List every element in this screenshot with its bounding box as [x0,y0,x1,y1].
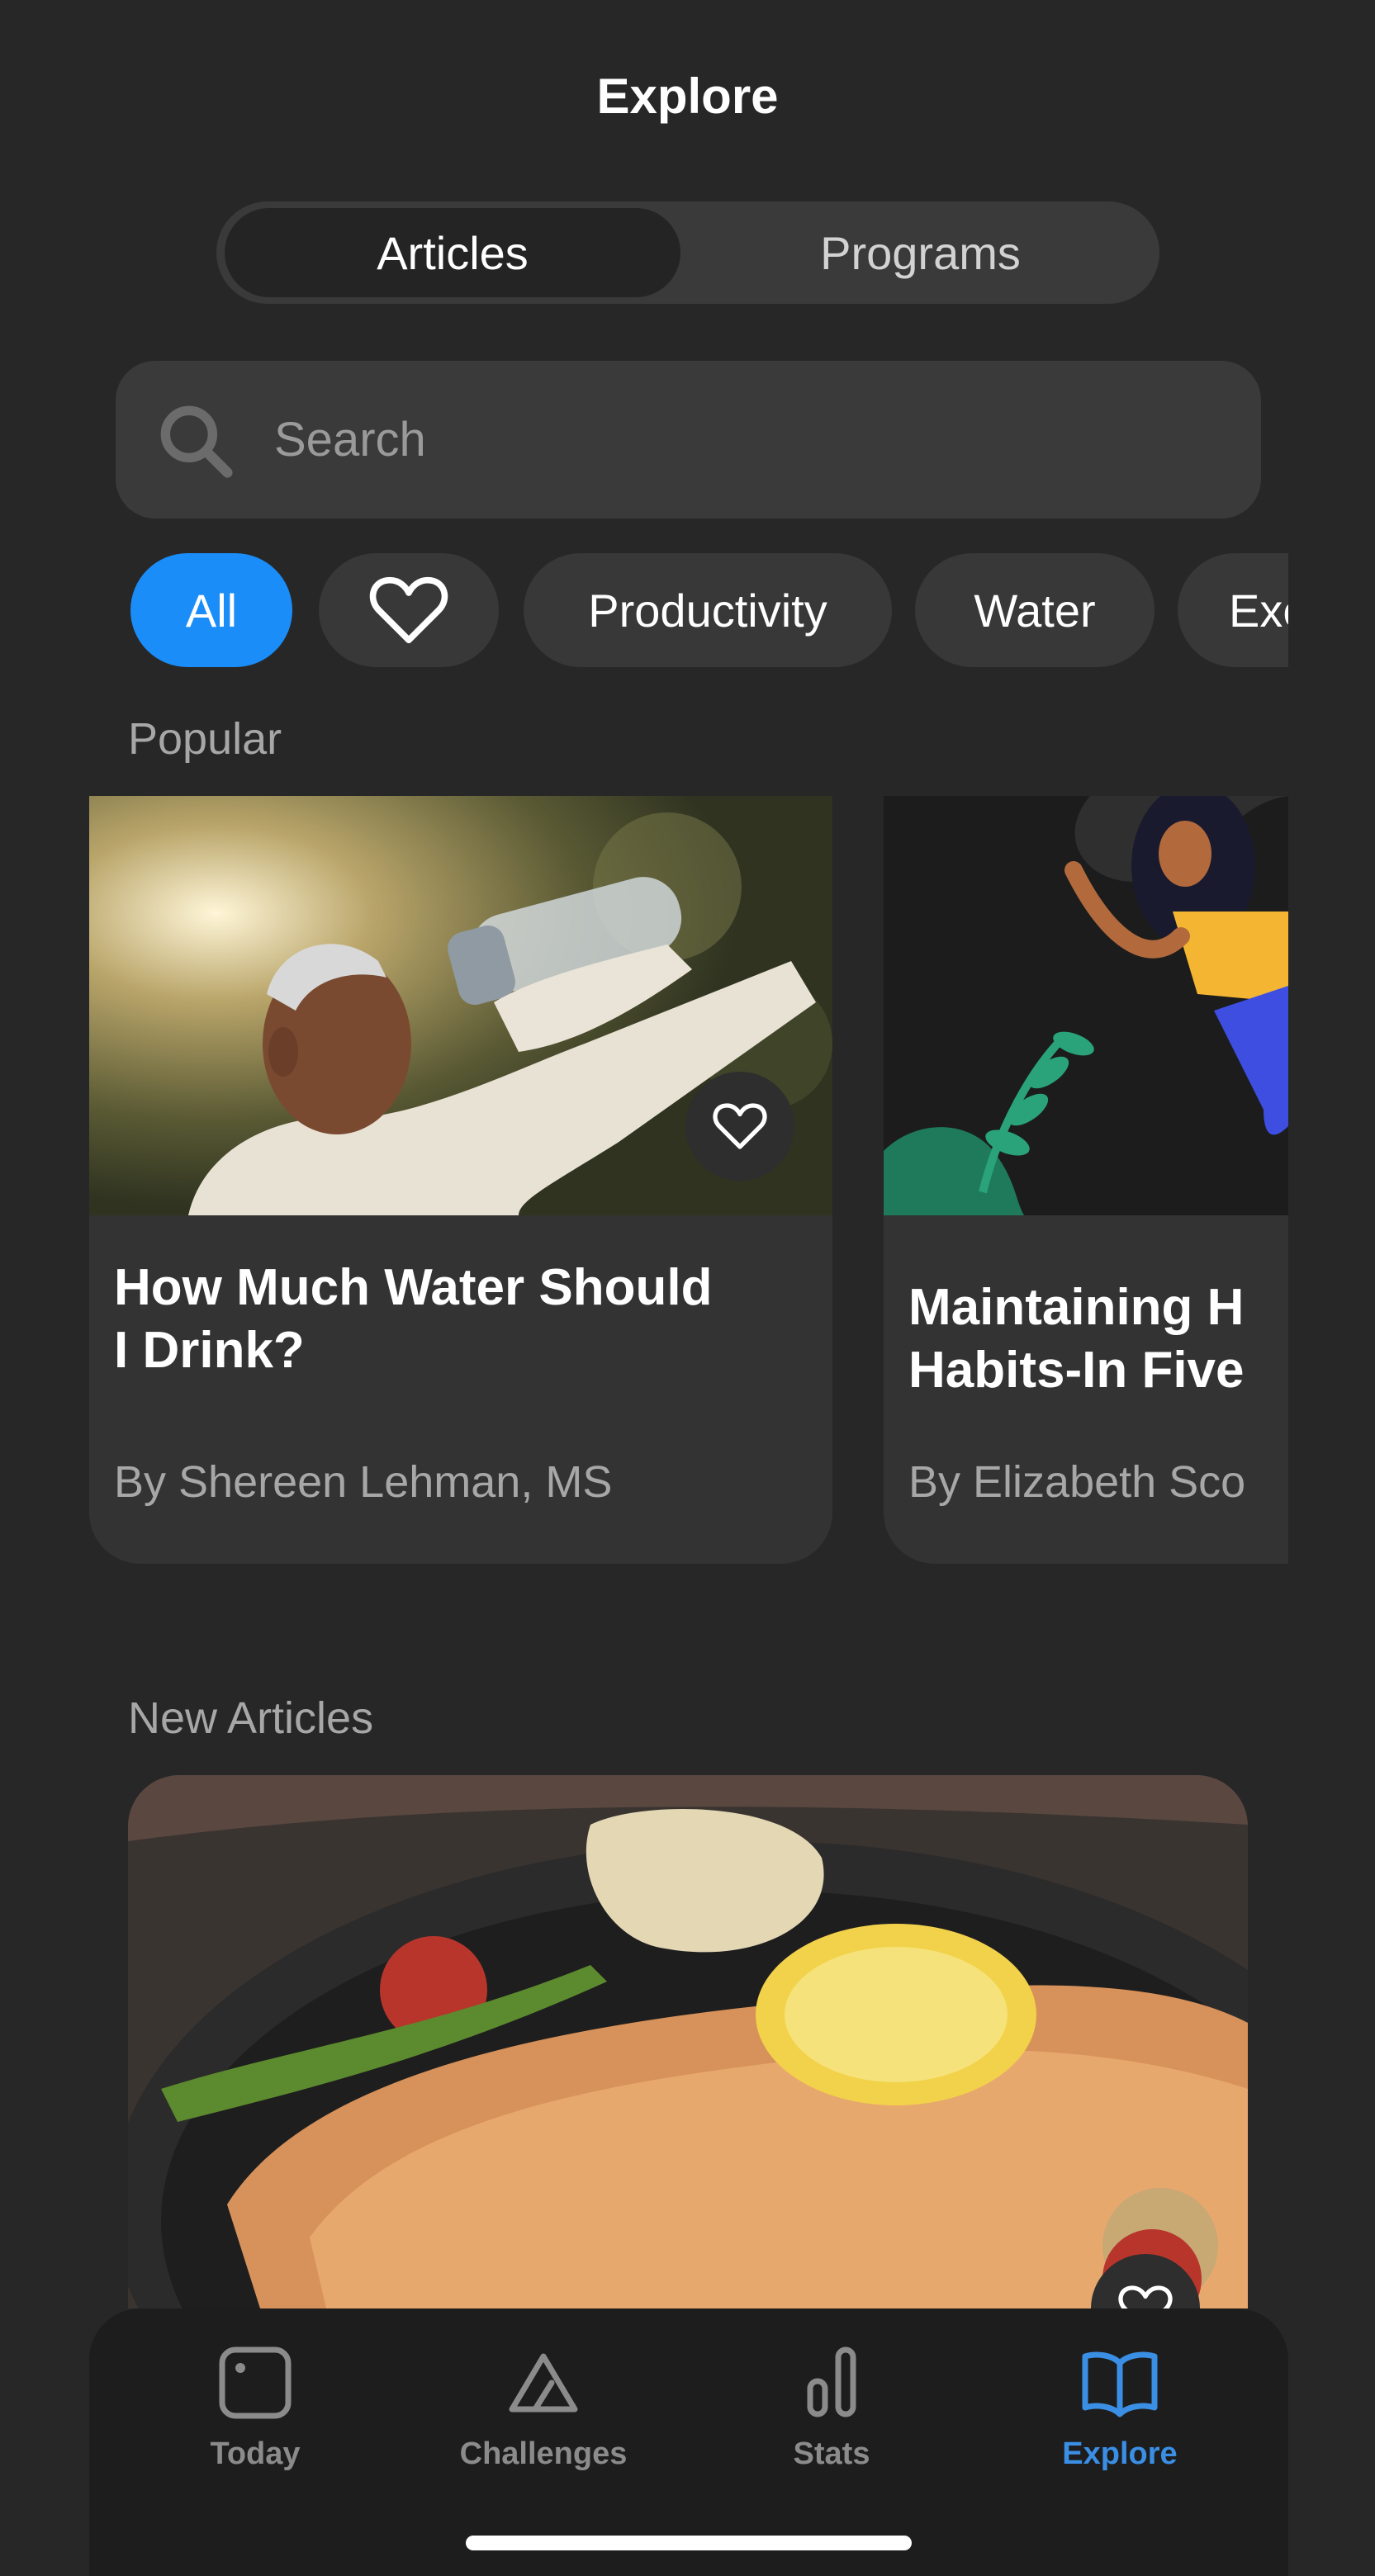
search-bar[interactable]: Search [116,361,1261,519]
open-book-icon [1082,2351,1158,2417]
search-icon [160,405,233,478]
tab-explore[interactable]: Explore [996,2342,1244,2472]
article-author: By Shereen Lehman, MS [114,1457,613,1507]
article-card-water[interactable]: How Much Water Should I Drink? By Sheree… [89,796,832,1564]
tab-today-label: Today [210,2436,301,2471]
home-indicator[interactable] [466,2536,912,2550]
triangle-icon [509,2353,578,2413]
tab-today[interactable]: Today [131,2342,379,2472]
tab-challenges[interactable]: Challenges [420,2342,667,2472]
new-article-card[interactable] [128,1775,1248,2308]
filter-chip-productivity[interactable]: Productivity [524,553,892,667]
article-card-habits[interactable]: Maintaining H Habits-In Five By Elizabet… [884,796,1288,1564]
filter-chip-water[interactable]: Water [915,553,1155,667]
page-title: Explore [596,69,779,124]
tab-articles[interactable]: Articles [225,208,680,297]
section-popular-heading: Popular [128,714,282,764]
tab-programs[interactable]: Programs [691,208,1150,297]
article-title: How Much Water Should I Drink? [114,1259,713,1379]
heart-icon [369,576,448,644]
filter-chips: All Productivity Water Exe [89,545,1288,677]
article-author: By Elizabeth Sco [908,1457,1246,1507]
tab-stats-label: Stats [793,2436,870,2471]
article-title: Maintaining H Habits-In Five [908,1279,1245,1399]
segmented-control: Articles Programs [216,201,1159,304]
filter-chip-all[interactable]: All [130,553,292,667]
section-new-articles-heading: New Articles [128,1693,374,1743]
search-input[interactable]: Search [274,361,426,519]
tab-challenges-label: Challenges [459,2436,628,2471]
favorite-button[interactable] [685,1072,794,1181]
filter-chip-exercise[interactable]: Exe [1178,553,1288,667]
bar-chart-icon [807,2346,856,2417]
salmon-lemon-dish-photo [128,1775,1248,2308]
filter-chip-favorites[interactable] [319,553,499,667]
heart-icon [1118,2285,1173,2308]
tab-explore-label: Explore [1062,2436,1178,2471]
today-square-icon [219,2346,292,2419]
tab-stats[interactable]: Stats [708,2342,955,2472]
woman-exercise-illustration [884,796,1288,1215]
heart-icon [713,1103,767,1149]
